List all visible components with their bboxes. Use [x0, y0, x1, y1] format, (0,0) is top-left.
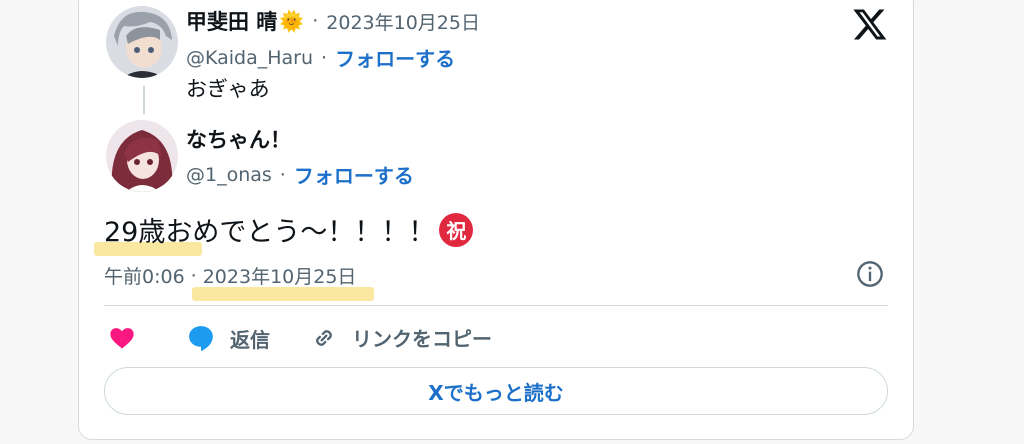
copy-link-label: リンクをコピー	[352, 327, 492, 351]
tweet-date[interactable]: 2023年10月25日	[203, 262, 357, 289]
follow-button-kaida[interactable]: フォローする	[335, 43, 455, 72]
reply-to-handle[interactable]: @Kaida_Haru	[186, 47, 313, 69]
avatar-kaida-haru[interactable]	[106, 6, 178, 78]
separator-dot: ·	[190, 264, 197, 287]
tweet-time[interactable]: 午前0:06	[104, 262, 185, 289]
reply-to-text: おぎゃあ	[186, 77, 270, 101]
copy-link-button[interactable]: リンクをコピー	[310, 323, 492, 352]
info-icon[interactable]	[856, 260, 884, 288]
tweet-display-name[interactable]: なちゃん！	[186, 128, 291, 152]
sun-emoji: 🌞	[279, 9, 305, 33]
separator-dot: ·	[312, 10, 319, 32]
follow-button-nachan[interactable]: フォローする	[294, 160, 414, 189]
highlight-mark-date	[192, 287, 374, 301]
reply-to-display-name[interactable]: 甲斐田 晴	[186, 6, 277, 36]
reply-bubble-icon	[189, 326, 213, 352]
separator-dot: ·	[279, 163, 286, 186]
like-button[interactable]	[108, 324, 136, 352]
x-logo-icon[interactable]	[852, 6, 888, 42]
tweet-text: 29歳おめでとう〜！！！！	[104, 217, 436, 248]
link-icon	[316, 329, 332, 346]
divider	[104, 305, 888, 306]
reply-to-date[interactable]: 2023年10月25日	[326, 8, 480, 35]
separator-dot: ·	[321, 46, 328, 69]
heart-icon	[110, 328, 134, 349]
avatar-nachan[interactable]	[106, 120, 178, 192]
reply-button[interactable]: 返信	[186, 323, 270, 353]
tweet-handle[interactable]: @1_onas	[186, 164, 272, 186]
celebration-badge-icon: 祝	[439, 212, 474, 247]
thread-connector	[143, 86, 145, 114]
reply-label: 返信	[230, 327, 270, 352]
read-more-button[interactable]: Xでもっと読む	[104, 367, 888, 415]
